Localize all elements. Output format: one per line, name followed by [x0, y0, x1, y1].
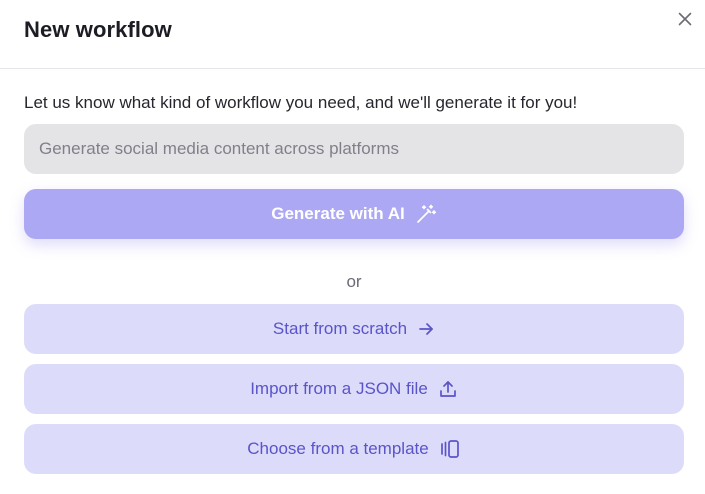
- template-carousel-icon: [439, 439, 461, 459]
- workflow-prompt-input[interactable]: [24, 124, 684, 174]
- import-json-label: Import from a JSON file: [250, 379, 428, 398]
- magic-wand-icon: [415, 203, 437, 225]
- close-icon: [678, 12, 692, 26]
- or-divider-text: or: [346, 272, 362, 291]
- import-json-button[interactable]: Import from a JSON file: [24, 364, 684, 414]
- upload-icon: [438, 379, 458, 399]
- start-from-scratch-button[interactable]: Start from scratch: [24, 304, 684, 354]
- dialog-body: Let us know what kind of workflow you ne…: [24, 69, 684, 474]
- prompt-description: Let us know what kind of workflow you ne…: [24, 93, 578, 112]
- dialog-title: New workflow: [24, 17, 172, 42]
- new-workflow-dialog: New workflow Let us know what kind of wo…: [0, 0, 705, 494]
- dialog-header: New workflow: [0, 0, 705, 69]
- arrow-right-icon: [417, 320, 435, 338]
- generate-with-ai-label: Generate with AI: [271, 204, 405, 223]
- start-from-scratch-label: Start from scratch: [272, 319, 408, 338]
- choose-template-label: Choose from a template: [247, 439, 429, 458]
- close-button[interactable]: [675, 9, 695, 29]
- generate-with-ai-button[interactable]: Generate with AI: [24, 189, 684, 239]
- choose-template-button[interactable]: Choose from a template: [24, 424, 684, 474]
